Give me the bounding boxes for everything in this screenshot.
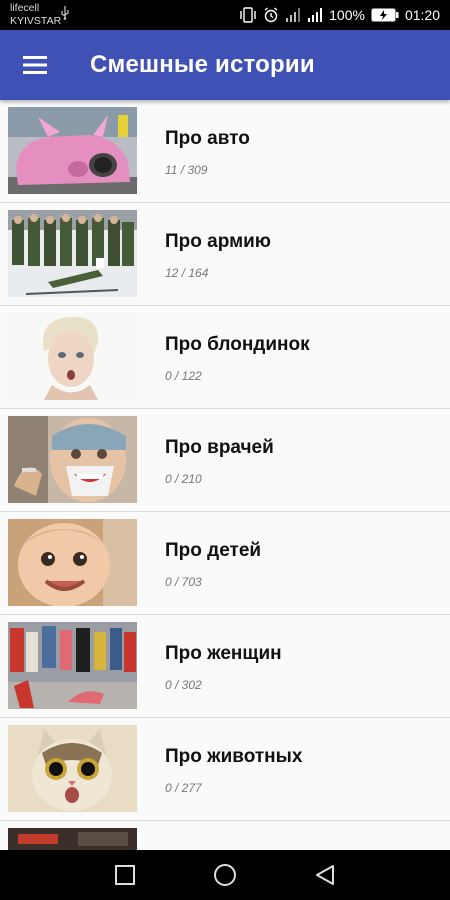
page-title: Смешные истории <box>90 51 315 78</box>
list-item-women[interactable]: Про женщин 0 / 302 <box>0 615 450 718</box>
item-title: Про животных <box>165 746 303 767</box>
signal-icon <box>286 8 301 22</box>
usb-icon <box>61 6 69 20</box>
item-title: Про женщин <box>165 643 282 664</box>
pink-car-photo <box>8 107 137 194</box>
list-item-army[interactable]: Про армию 12 / 164 <box>0 203 450 306</box>
app-bar: Смешные истории <box>0 30 450 100</box>
status-icons: 100% 01:20 <box>239 6 440 24</box>
battery-icon <box>371 8 399 22</box>
list-item-partial[interactable] <box>0 821 450 850</box>
item-count: 0 / 210 <box>165 472 202 486</box>
item-count: 12 / 164 <box>165 266 209 280</box>
home-circle-icon <box>214 864 236 886</box>
item-count: 0 / 277 <box>165 781 202 795</box>
women-running-photo <box>8 622 137 709</box>
recents-square-icon <box>115 865 135 885</box>
list-item-doctors[interactable]: Про врачей 0 / 210 <box>0 409 450 512</box>
system-nav-bar <box>0 850 450 900</box>
item-title: Про авто <box>165 128 250 149</box>
item-count: 0 / 122 <box>165 369 202 383</box>
carrier-info: lifecell KYIVSTAR <box>10 2 61 28</box>
carrier-line-1: lifecell <box>10 2 40 14</box>
surprised-cat-photo <box>8 725 137 812</box>
list-item-auto[interactable]: Про авто 11 / 309 <box>0 100 450 203</box>
item-title: Про врачей <box>165 437 274 458</box>
list-item-blondes[interactable]: Про блондинок 0 / 122 <box>0 306 450 409</box>
category-list[interactable]: Про авто 11 / 309 Про армию 12 / 164 Про… <box>0 100 450 850</box>
signal-icon <box>308 8 323 22</box>
clock: 01:20 <box>404 7 440 23</box>
soldiers-photo <box>8 210 137 297</box>
hamburger-menu-icon <box>23 56 47 74</box>
blonde-photo <box>8 313 137 400</box>
list-item-animals[interactable]: Про животных 0 / 277 <box>0 718 450 821</box>
carrier-line-2: KYIVSTAR <box>10 15 62 27</box>
item-count: 0 / 703 <box>165 575 202 589</box>
item-title: Про армию <box>165 231 272 252</box>
status-bar: lifecell KYIVSTAR 100% 01:20 <box>0 0 450 30</box>
item-count: 0 / 302 <box>165 678 202 692</box>
alarm-icon <box>264 7 278 23</box>
item-title: Про блондинок <box>165 334 310 355</box>
item-title: Про детей <box>165 540 262 561</box>
home-button[interactable] <box>212 862 238 888</box>
list-item-children[interactable]: Про детей 0 / 703 <box>0 512 450 615</box>
menu-button[interactable] <box>14 45 56 85</box>
vibrate-icon <box>240 7 256 23</box>
recents-button[interactable] <box>112 862 138 888</box>
baby-photo <box>8 519 137 606</box>
battery-percent: 100% <box>329 7 365 23</box>
doctor-photo <box>8 416 137 503</box>
partial-photo <box>8 828 137 850</box>
item-count: 11 / 309 <box>165 163 208 177</box>
back-triangle-icon <box>316 865 334 885</box>
back-button[interactable] <box>312 862 338 888</box>
